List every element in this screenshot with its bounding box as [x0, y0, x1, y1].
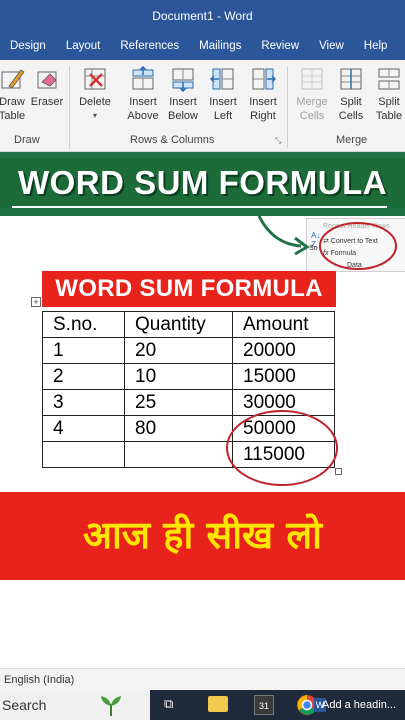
tab-design[interactable]: Design: [0, 32, 56, 60]
insert-above-button[interactable]: Insert Above: [124, 66, 162, 123]
header-cell[interactable]: S.no.: [42, 311, 125, 338]
group-label-merge: Merge: [336, 134, 368, 146]
insert-left-icon: [210, 68, 234, 90]
table-title: WORD SUM FORMULA: [42, 271, 336, 307]
split-cells-icon: [340, 68, 362, 90]
plant-icon: [101, 696, 121, 716]
delete-button[interactable]: Delete ▾: [74, 66, 116, 123]
insert-right-icon: [252, 68, 276, 90]
eraser-icon: [37, 71, 57, 89]
tab-references[interactable]: References: [110, 32, 189, 60]
table-cell[interactable]: 80: [124, 415, 233, 442]
table-cell[interactable]: 3: [42, 389, 125, 416]
insert-right-button[interactable]: Insert Right: [244, 66, 282, 123]
group-label-draw: Draw: [14, 134, 40, 146]
table-header-row: S.no. Quantity Amount: [42, 311, 335, 338]
split-cells-button[interactable]: Split Cells: [334, 66, 368, 123]
table-move-handle-icon[interactable]: +: [31, 297, 41, 307]
screen: Document1 - Word Design Layout Reference…: [0, 0, 405, 720]
dialog-launcher-icon[interactable]: ⤡: [275, 136, 281, 146]
calendar-icon[interactable]: 31: [254, 695, 274, 715]
draw-table-button[interactable]: Draw Table: [0, 66, 32, 123]
file-explorer-icon[interactable]: [208, 696, 228, 712]
tab-review[interactable]: Review: [251, 32, 309, 60]
language-status[interactable]: English (India): [4, 674, 74, 686]
table-row: 1 20 20000: [42, 337, 335, 364]
header-cell[interactable]: Quantity: [124, 311, 233, 338]
banner-title: WORD SUM FORMULA: [17, 164, 388, 201]
insert-below-icon: [172, 68, 194, 92]
hindi-banner-text: आज ही सीख लो: [83, 513, 322, 557]
taskbar-window-label[interactable]: Add a headin...: [322, 690, 396, 720]
window-title: Document1 - Word: [152, 9, 253, 23]
hindi-banner: आज ही सीख लो: [0, 492, 405, 580]
table-cell[interactable]: [124, 441, 233, 468]
task-view-icon[interactable]: ⧉: [164, 696, 173, 712]
eraser-button[interactable]: Eraser: [30, 66, 64, 109]
title-bar: Document1 - Word: [0, 0, 405, 32]
table-cell[interactable]: 4: [42, 415, 125, 442]
banner-underline: [12, 206, 387, 208]
highlight-circle: [319, 222, 397, 270]
tab-mailings[interactable]: Mailings: [189, 32, 251, 60]
table-cell[interactable]: 15000: [232, 363, 335, 390]
pencil-icon: [1, 69, 25, 89]
taskbar: Search ⧉ 31 W Add a headin...: [0, 690, 405, 720]
ribbon: Draw Table Eraser Draw Delete ▾ Insert A…: [0, 60, 405, 152]
table-cell[interactable]: 25: [124, 389, 233, 416]
table-cell[interactable]: 10: [124, 363, 233, 390]
insert-left-button[interactable]: Insert Left: [204, 66, 242, 123]
table-cell[interactable]: 2: [42, 363, 125, 390]
merge-cells-icon: [301, 68, 323, 90]
table-row: 2 10 15000: [42, 363, 335, 390]
merge-cells-button[interactable]: Merge Cells: [292, 66, 332, 123]
header-cell[interactable]: Amount: [232, 311, 335, 338]
chevron-down-icon: ▾: [92, 111, 97, 120]
table-cell[interactable]: [42, 441, 125, 468]
tab-view[interactable]: View: [309, 32, 354, 60]
ribbon-separator: [69, 66, 70, 148]
taskbar-search[interactable]: Search: [0, 690, 150, 720]
group-label-rows-columns: Rows & Columns: [130, 134, 215, 146]
split-table-button[interactable]: Split Table: [372, 66, 405, 123]
table-cell[interactable]: 20000: [232, 337, 335, 364]
title-banner: WORD SUM FORMULA: [0, 152, 405, 216]
status-bar: English (India): [0, 668, 405, 690]
table-cell[interactable]: 1: [42, 337, 125, 364]
ribbon-separator: [287, 66, 288, 148]
ribbon-tabs: Design Layout References Mailings Review…: [0, 32, 405, 60]
total-highlight-circle: [226, 410, 338, 486]
table-cell[interactable]: 20: [124, 337, 233, 364]
tab-help[interactable]: Help: [354, 32, 398, 60]
insert-above-icon: [132, 66, 154, 90]
arrow-icon: [257, 215, 310, 256]
delete-table-icon: [84, 68, 106, 90]
split-table-icon: [378, 68, 400, 90]
tab-layout[interactable]: Layout: [56, 32, 111, 60]
insert-below-button[interactable]: Insert Below: [164, 66, 202, 123]
